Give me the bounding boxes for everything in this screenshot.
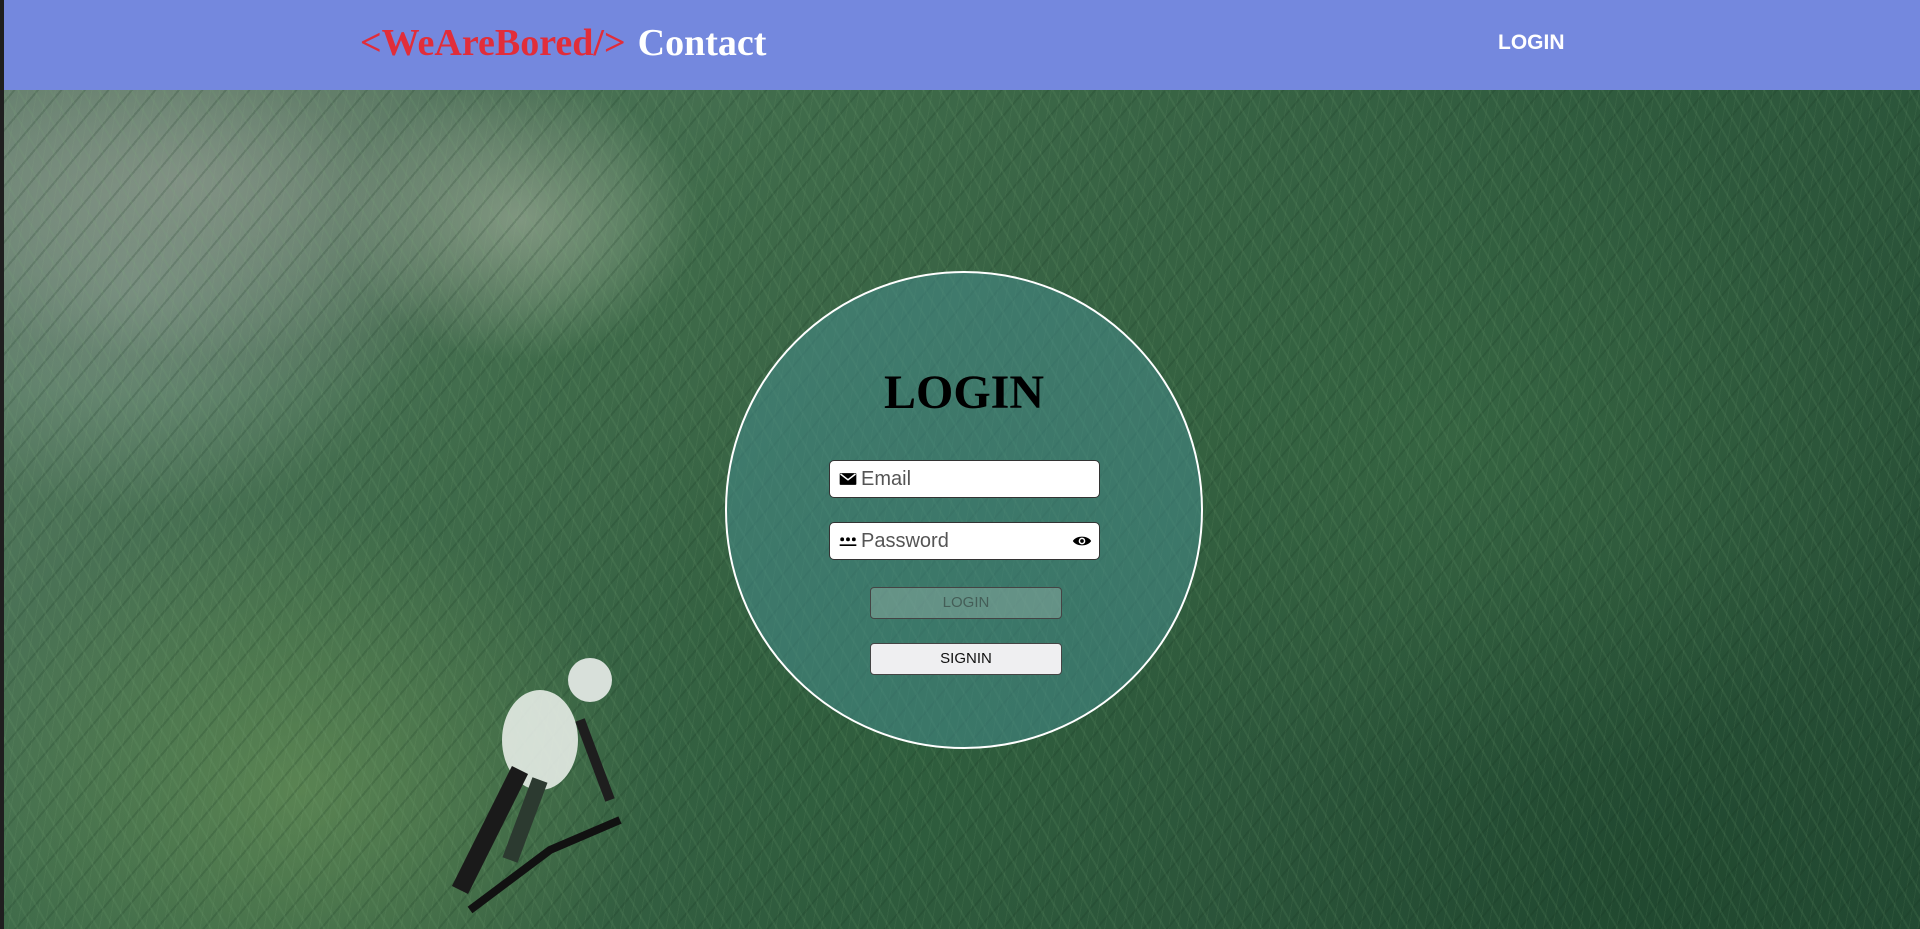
page: <WeAreBored/> Contact LOGIN LOGIN Email … bbox=[0, 0, 1920, 929]
login-card: LOGIN LOGIN SIGNIN bbox=[725, 271, 1203, 749]
email-field[interactable] bbox=[829, 460, 1100, 498]
signin-button[interactable]: SIGNIN bbox=[870, 643, 1062, 675]
password-dots-icon bbox=[839, 537, 857, 546]
eye-icon[interactable] bbox=[1071, 531, 1093, 551]
navbar: <WeAreBored/> Contact LOGIN bbox=[0, 0, 1920, 90]
login-button[interactable]: LOGIN bbox=[870, 587, 1062, 619]
window-edge bbox=[0, 0, 4, 929]
password-field[interactable] bbox=[829, 522, 1100, 560]
mail-icon bbox=[839, 473, 857, 485]
password-input[interactable] bbox=[861, 526, 1061, 556]
nav-contact-link[interactable]: Contact bbox=[638, 22, 767, 64]
login-title: LOGIN bbox=[883, 366, 1045, 419]
nav-login-link[interactable]: LOGIN bbox=[1498, 28, 1565, 58]
brand-logo-text[interactable]: <WeAreBored/> bbox=[360, 22, 626, 64]
email-input[interactable] bbox=[861, 464, 1061, 494]
mountain-biker-figure bbox=[451, 658, 622, 914]
brand[interactable]: <WeAreBored/> Contact bbox=[360, 18, 766, 68]
